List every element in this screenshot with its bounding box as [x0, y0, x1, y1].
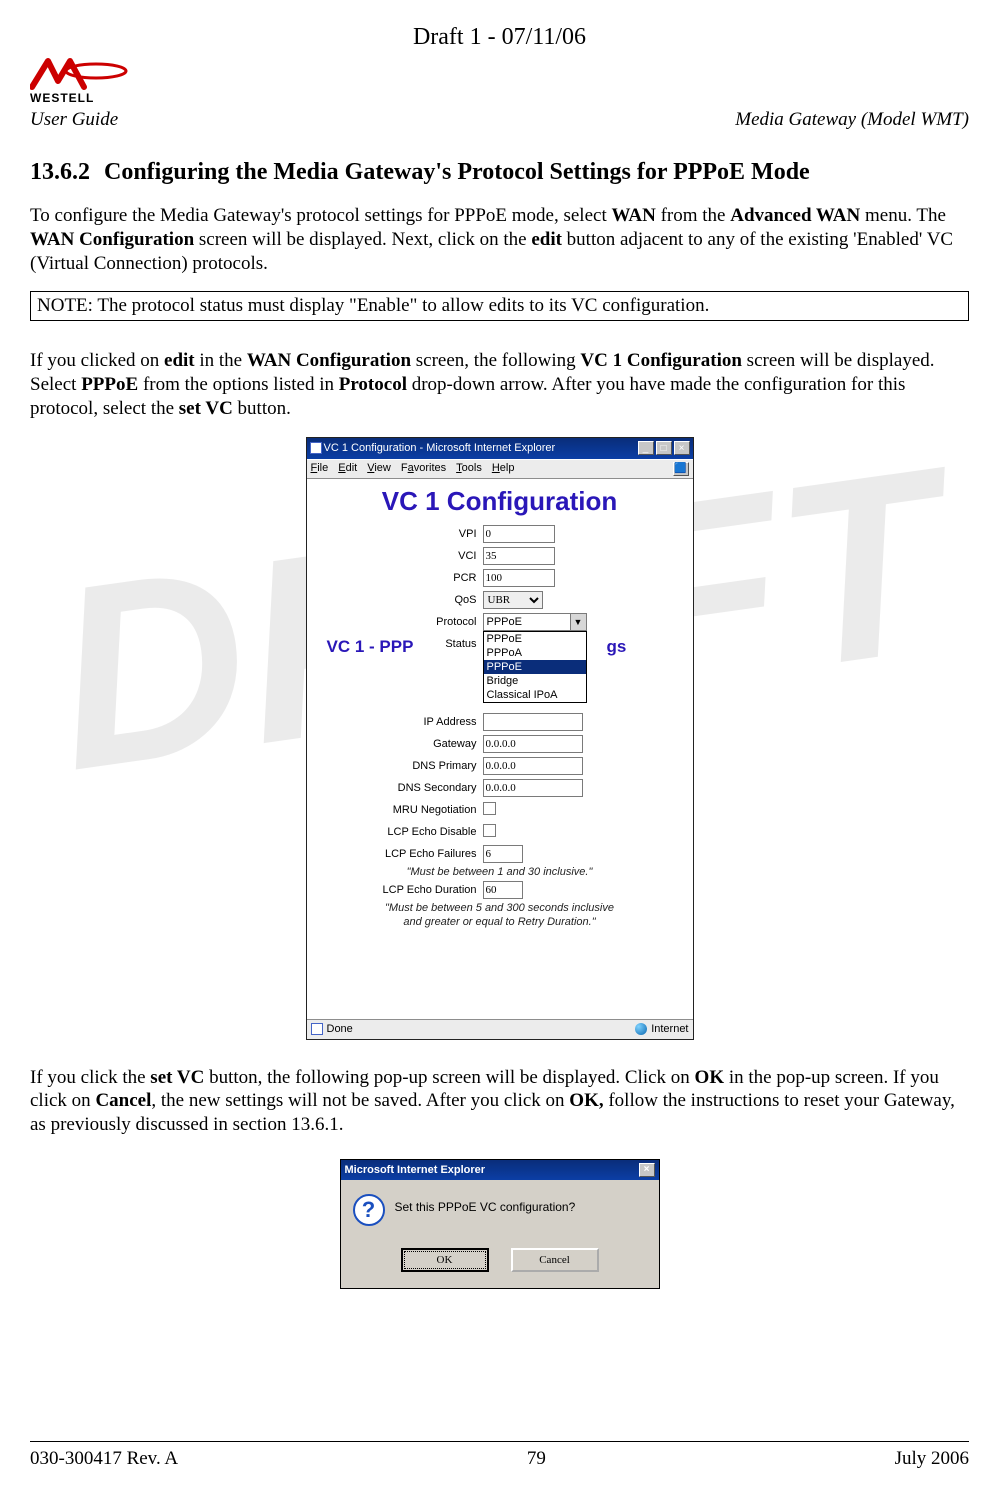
label-lcp-disable: LCP Echo Disable: [313, 826, 483, 838]
label-ip: IP Address: [313, 716, 483, 728]
protocol-option[interactable]: Classical IPoA: [484, 688, 586, 702]
westell-logo-icon: [30, 57, 140, 93]
cancel-button[interactable]: Cancel: [511, 1248, 599, 1272]
menu-file[interactable]: File: [311, 462, 329, 476]
ie-flag-icon: 🟦: [673, 462, 689, 476]
chevron-down-icon[interactable]: ▼: [570, 614, 586, 630]
menu-bar[interactable]: File Edit View Favorites Tools Help 🟦: [307, 459, 693, 479]
label-lcp-failures: LCP Echo Failures: [313, 848, 483, 860]
user-guide-label: User Guide: [30, 109, 118, 131]
input-gateway[interactable]: [483, 735, 583, 753]
done-icon: [311, 1023, 323, 1035]
input-dns2[interactable]: [483, 779, 583, 797]
page-footer: 030-300417 Rev. A 79 July 2006: [30, 1441, 969, 1470]
heading-number: 13.6.2: [30, 159, 90, 186]
protocol-dropdown-list[interactable]: PPPoE PPPoA PPPoE Bridge Classical IPoA: [483, 631, 587, 703]
confirm-popup: Microsoft Internet Explorer × ? Set this…: [340, 1159, 660, 1289]
question-icon: ?: [353, 1194, 385, 1226]
status-bar: Done Internet: [307, 1019, 693, 1039]
browser-body: VC 1 Configuration VC 1 - PPPgs VPI VCI …: [307, 479, 693, 1019]
menu-help[interactable]: Help: [492, 462, 515, 476]
protocol-option[interactable]: PPPoE: [484, 632, 586, 646]
input-ip[interactable]: [483, 713, 583, 731]
protocol-option-selected[interactable]: PPPoE: [484, 660, 586, 674]
section-heading: 13.6.2 Configuring the Media Gateway's P…: [30, 159, 969, 186]
label-protocol: Protocol: [313, 616, 483, 628]
checkbox-lcp-disable[interactable]: [483, 824, 496, 837]
label-lcp-duration: LCP Echo Duration: [313, 884, 483, 896]
input-dns1[interactable]: [483, 757, 583, 775]
label-dns2: DNS Secondary: [313, 782, 483, 794]
checkbox-mru[interactable]: [483, 802, 496, 815]
paragraph-1: To configure the Media Gateway's protoco…: [30, 204, 969, 275]
model-label: Media Gateway (Model WMT): [735, 109, 969, 131]
brand-block: WESTELL User Guide: [30, 57, 140, 131]
note-box: NOTE: The protocol status must display "…: [30, 291, 969, 321]
popup-titlebar[interactable]: Microsoft Internet Explorer ×: [341, 1160, 659, 1180]
draft-header: Draft 1 - 07/11/06: [30, 24, 969, 51]
input-lcp-failures[interactable]: [483, 845, 523, 863]
globe-icon: [635, 1023, 647, 1035]
label-vci: VCI: [313, 550, 483, 562]
input-vci[interactable]: [483, 547, 555, 565]
brand-text: WESTELL: [30, 91, 94, 105]
heading-title: Configuring the Media Gateway's Protocol…: [104, 159, 810, 186]
popup-message: Set this PPPoE VC configuration?: [395, 1194, 576, 1214]
protocol-selected: PPPoE: [487, 616, 522, 628]
status-zone: Internet: [651, 1023, 688, 1035]
ie-window: VC 1 Configuration - Microsoft Internet …: [306, 437, 694, 1040]
protocol-option[interactable]: PPPoA: [484, 646, 586, 660]
footer-page: 79: [527, 1448, 546, 1470]
page-icon: [310, 442, 322, 454]
paragraph-2: If you clicked on edit in the WAN Config…: [30, 349, 969, 420]
input-vpi[interactable]: [483, 525, 555, 543]
footer-rev: 030-300417 Rev. A: [30, 1448, 178, 1470]
menu-view[interactable]: View: [367, 462, 391, 476]
hint-duration-1: "Must be between 5 and 300 seconds inclu…: [313, 901, 687, 915]
input-lcp-duration[interactable]: [483, 881, 523, 899]
select-qos[interactable]: UBR: [483, 591, 543, 609]
menu-tools[interactable]: Tools: [456, 462, 482, 476]
vc-subtitle-overlay: VC 1 - PPPgs: [327, 637, 414, 657]
label-qos: QoS: [313, 594, 483, 606]
menu-edit[interactable]: Edit: [338, 462, 357, 476]
window-title: VC 1 Configuration - Microsoft Internet …: [322, 442, 638, 454]
close-button[interactable]: ×: [674, 441, 690, 455]
select-protocol[interactable]: PPPoE▼ PPPoE PPPoA PPPoE Bridge Classica…: [483, 613, 587, 631]
window-titlebar[interactable]: VC 1 Configuration - Microsoft Internet …: [307, 438, 693, 459]
label-gateway: Gateway: [313, 738, 483, 750]
popup-title: Microsoft Internet Explorer: [345, 1164, 639, 1176]
menu-favorites[interactable]: Favorites: [401, 462, 446, 476]
footer-date: July 2006: [895, 1448, 969, 1470]
hint-failures: "Must be between 1 and 30 inclusive.": [313, 865, 687, 879]
vc-title: VC 1 Configuration: [313, 488, 687, 515]
label-vpi: VPI: [313, 528, 483, 540]
protocol-option[interactable]: Bridge: [484, 674, 586, 688]
hint-duration-2: and greater or equal to Retry Duration.": [313, 915, 687, 929]
maximize-button[interactable]: □: [656, 441, 672, 455]
minimize-button[interactable]: _: [638, 441, 654, 455]
ok-button[interactable]: OK: [401, 1248, 489, 1272]
label-dns1: DNS Primary: [313, 760, 483, 772]
label-mru: MRU Negotiation: [313, 804, 483, 816]
label-pcr: PCR: [313, 572, 483, 584]
paragraph-3: If you click the set VC button, the foll…: [30, 1066, 969, 1137]
popup-close-button[interactable]: ×: [639, 1163, 655, 1177]
status-done: Done: [327, 1023, 353, 1035]
input-pcr[interactable]: [483, 569, 555, 587]
